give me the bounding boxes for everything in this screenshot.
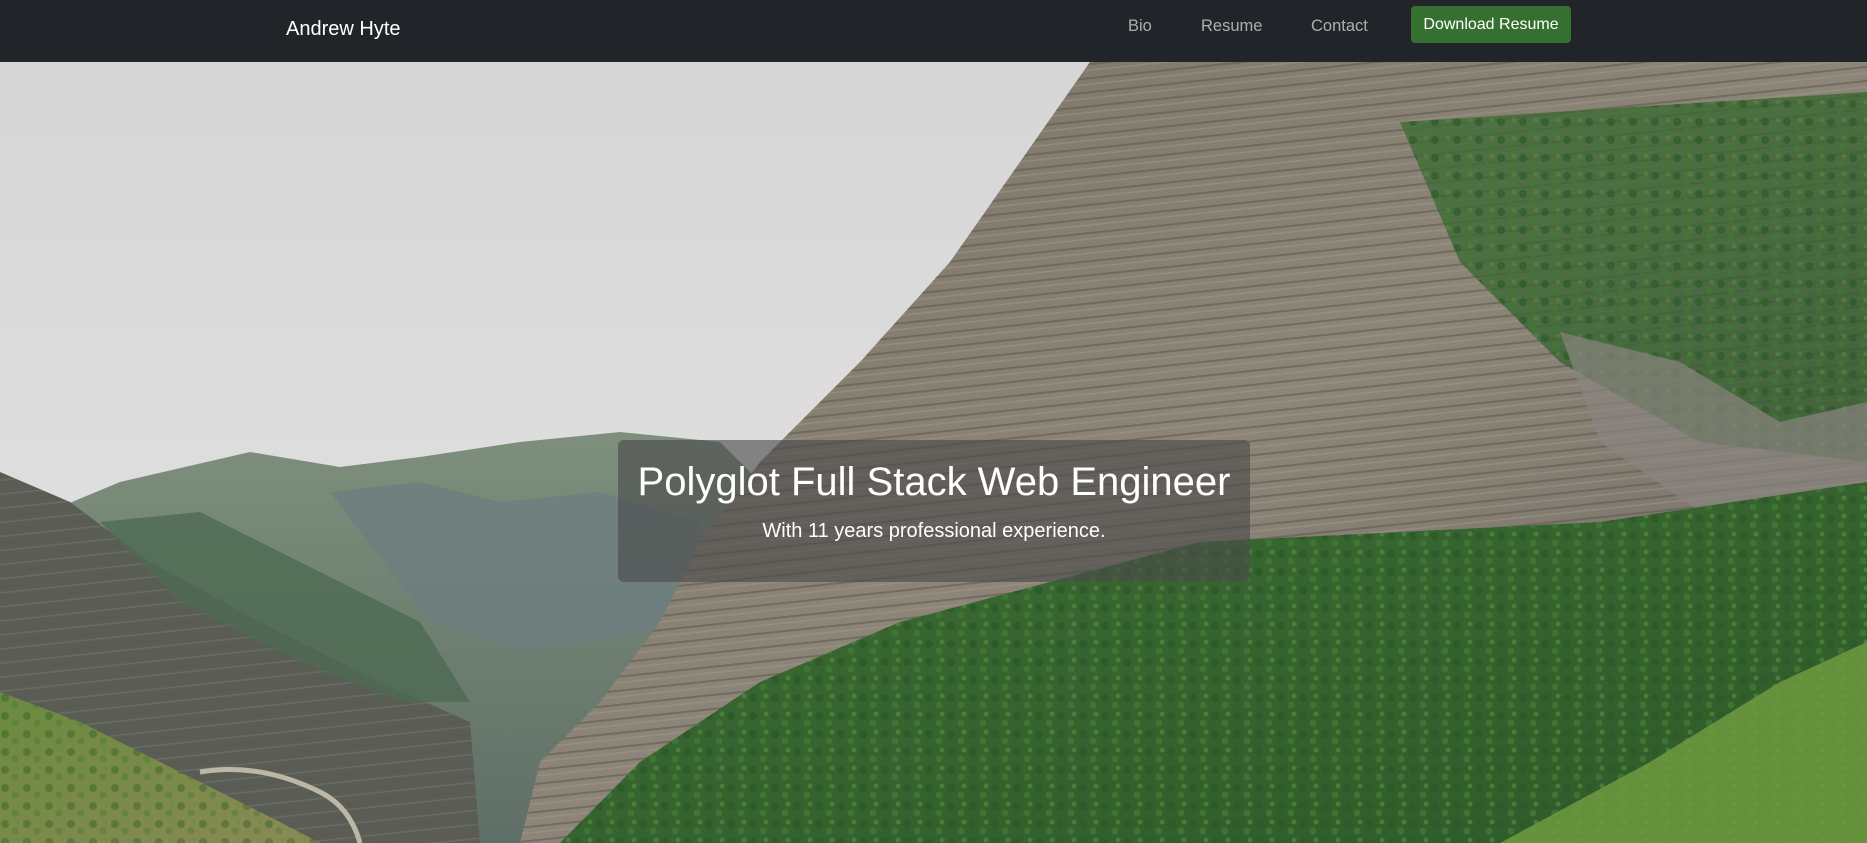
nav-link-bio[interactable]: Bio xyxy=(1128,17,1152,36)
hero-subtitle: With 11 years professional experience. xyxy=(762,520,1106,542)
navbar: Andrew Hyte Bio Resume Contact Download … xyxy=(0,0,1867,62)
hero-section: Polyglot Full Stack Web Engineer With 11… xyxy=(0,62,1867,843)
hero-caption: Polyglot Full Stack Web Engineer With 11… xyxy=(618,440,1250,582)
nav-link-resume[interactable]: Resume xyxy=(1201,17,1262,36)
download-resume-button[interactable]: Download Resume xyxy=(1411,6,1571,43)
brand-link[interactable]: Andrew Hyte xyxy=(286,18,401,41)
hero-title: Polyglot Full Stack Web Engineer xyxy=(637,460,1231,504)
nav-link-contact[interactable]: Contact xyxy=(1311,17,1368,36)
